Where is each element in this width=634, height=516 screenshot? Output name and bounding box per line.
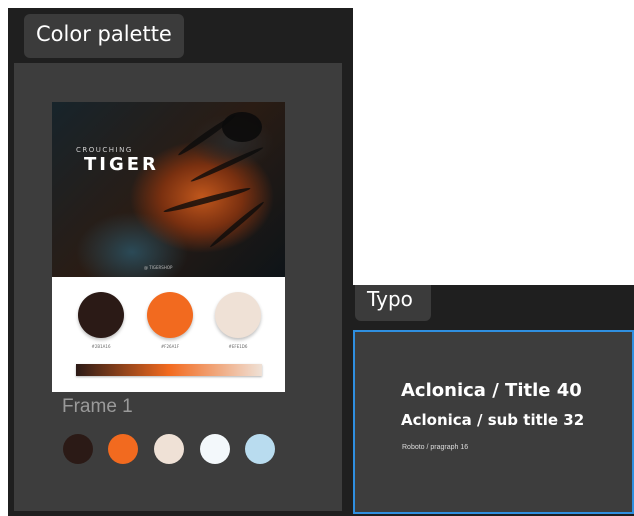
tiger-hero-image: CROUCHING TIGER @ TIGERSHOP <box>52 102 285 277</box>
swatch-dark-brown[interactable] <box>78 292 124 338</box>
color-palette-tab[interactable]: Color palette <box>24 14 184 58</box>
subtitle-font-sample: Aclonica / sub title 32 <box>401 411 585 429</box>
frame-label[interactable]: Frame 1 <box>62 396 133 418</box>
hero-subtitle: CROUCHING <box>76 146 133 154</box>
swatch-label: #F26A1F <box>160 344 180 349</box>
palette-dot-light-blue[interactable] <box>245 434 275 464</box>
hero-title: TIGER <box>84 154 159 175</box>
typo-panel: Typo Aclonica / Title 40 Aclonica / sub … <box>353 285 634 516</box>
hero-footer: @ TIGERSHOP <box>144 265 173 270</box>
title-font-sample: Aclonica / Title 40 <box>401 380 582 401</box>
gradient-bar[interactable] <box>76 364 262 376</box>
swatch-label: #EFE1D6 <box>228 344 248 349</box>
swatch-orange[interactable] <box>147 292 193 338</box>
palette-dot-cream[interactable] <box>154 434 184 464</box>
typo-canvas[interactable]: Aclonica / Title 40 Aclonica / sub title… <box>353 330 634 514</box>
palette-dot-orange[interactable] <box>108 434 138 464</box>
palette-dot-white[interactable] <box>200 434 230 464</box>
artboard-frame-1[interactable]: CROUCHING TIGER @ TIGERSHOP #2B1A16 #F26… <box>52 102 285 392</box>
paragraph-font-sample: Roboto / pragraph 16 <box>402 444 469 451</box>
swatch-row: #2B1A16 #F26A1F #EFE1D6 <box>52 292 285 352</box>
palette-dot-dark-brown[interactable] <box>63 434 93 464</box>
swatch-cream[interactable] <box>215 292 261 338</box>
swatch-label: #2B1A16 <box>91 344 111 349</box>
typo-tab[interactable]: Typo <box>355 285 431 321</box>
